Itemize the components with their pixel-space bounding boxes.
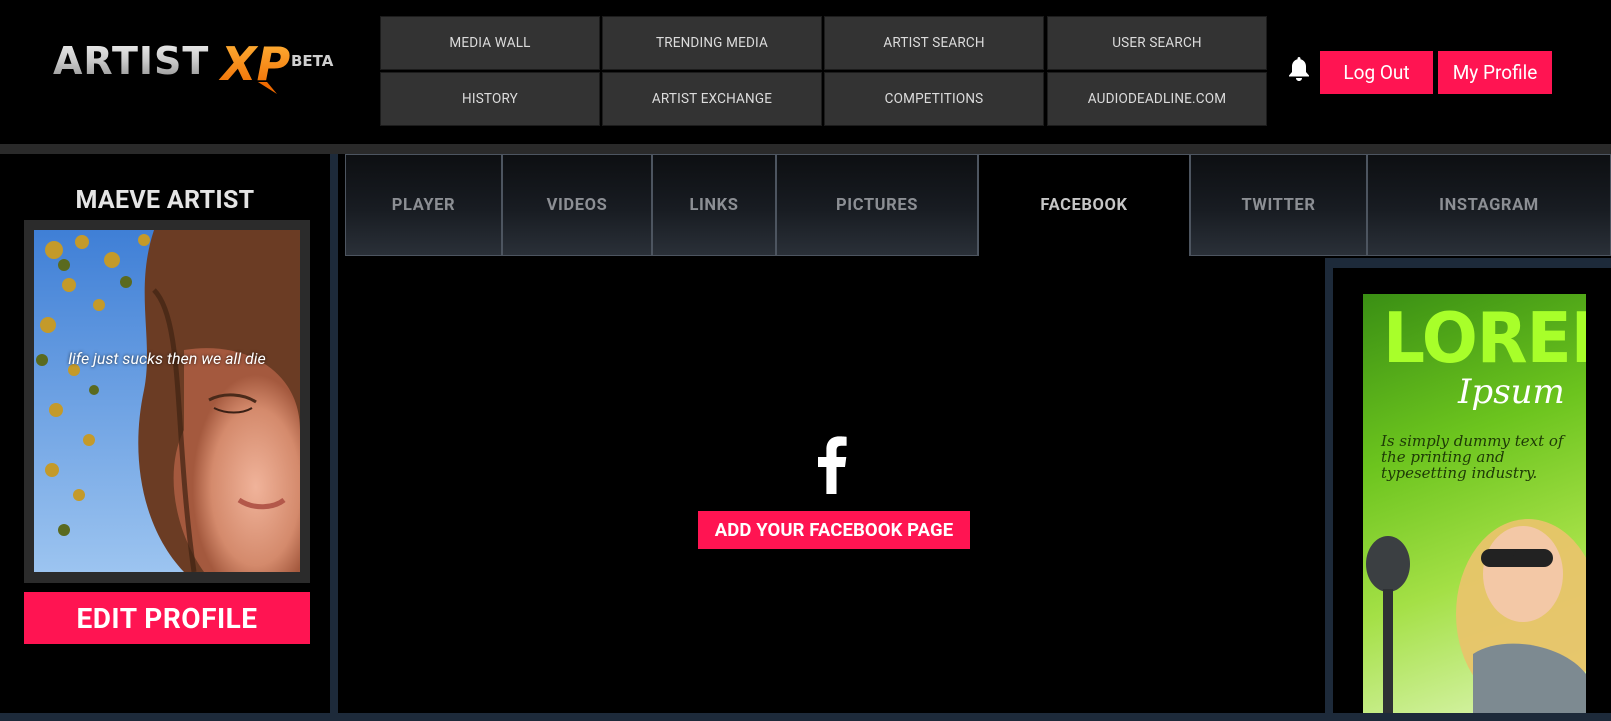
nav-audiodeadline[interactable]: AUDIODEADLINE.COM [1047, 72, 1267, 126]
tab-instagram[interactable]: INSTAGRAM [1367, 154, 1611, 256]
add-facebook-page-button[interactable]: ADD YOUR FACEBOOK PAGE [698, 511, 970, 549]
tab-videos[interactable]: VIDEOS [502, 154, 652, 256]
edit-profile-button[interactable]: EDIT PROFILE [24, 592, 310, 644]
tab-facebook[interactable]: FACEBOOK [978, 154, 1190, 256]
tab-player[interactable]: PLAYER [345, 154, 502, 256]
nav-history[interactable]: HISTORY [380, 72, 600, 126]
header-divider [0, 144, 1611, 154]
logo-beta-badge: BETA [291, 52, 334, 70]
tab-links[interactable]: LINKS [652, 154, 776, 256]
logo-accent: XP [218, 38, 290, 91]
nav-competitions[interactable]: COMPETITIONS [824, 72, 1044, 126]
advert-title: LOREM [1383, 298, 1586, 379]
nav-trending-media[interactable]: TRENDING MEDIA [602, 16, 822, 70]
advert-column: LOREM Ipsum Is simply dummy text of the … [1325, 258, 1611, 721]
profile-sidebar: MAEVE ARTIST life just sucks then we all… [0, 154, 338, 721]
nav-artist-search[interactable]: ARTIST SEARCH [824, 16, 1044, 70]
facebook-icon [817, 434, 847, 494]
advert-banner[interactable]: LOREM Ipsum Is simply dummy text of the … [1363, 294, 1586, 715]
footer-divider [0, 713, 1611, 721]
nav-media-wall[interactable]: MEDIA WALL [380, 16, 600, 70]
facebook-panel: ADD YOUR FACEBOOK PAGE [345, 258, 1325, 713]
tab-pictures[interactable]: PICTURES [776, 154, 978, 256]
advert-text: Is simply dummy text of the printing and… [1381, 432, 1564, 482]
artist-name: MAEVE ARTIST [75, 186, 255, 215]
tab-twitter[interactable]: TWITTER [1190, 154, 1367, 256]
artistxp-logo[interactable]: ARTIST XP BETA [53, 38, 353, 102]
bell-icon[interactable] [1287, 56, 1311, 82]
nav-user-search[interactable]: USER SEARCH [1047, 16, 1267, 70]
media-tabs: PLAYER VIDEOS LINKS PICTURES FACEBOOK TW… [345, 154, 1611, 258]
nav-artist-exchange[interactable]: ARTIST EXCHANGE [602, 72, 822, 126]
photo-caption: life just sucks then we all die [68, 349, 266, 368]
top-header: ARTIST XP BETA MEDIA WALL TRENDING MEDIA… [0, 0, 1611, 144]
advert-subtitle: Ipsum [1458, 372, 1565, 412]
my-profile-button[interactable]: My Profile [1438, 51, 1552, 94]
main-nav: MEDIA WALL TRENDING MEDIA ARTIST SEARCH … [380, 16, 1269, 128]
logout-button[interactable]: Log Out [1320, 51, 1433, 94]
logo-text: ARTIST [53, 39, 209, 83]
profile-photo[interactable]: life just sucks then we all die [34, 230, 300, 572]
profile-photo-frame: life just sucks then we all die [24, 220, 310, 583]
